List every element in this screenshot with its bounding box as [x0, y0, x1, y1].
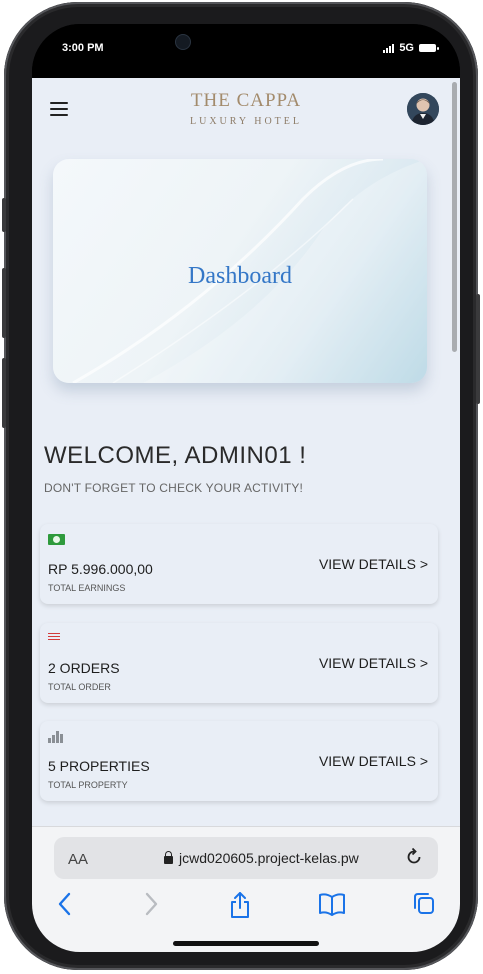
network-label: 5G: [399, 42, 414, 54]
bookmarks-icon[interactable]: [318, 891, 346, 917]
activity-reminder: DON'T FORGET TO CHECK YOUR ACTIVITY!: [44, 481, 304, 495]
status-bar: 3:00 PM 5G: [32, 24, 460, 78]
url-text: jcwd020605.project-kelas.pw: [179, 850, 359, 866]
url-display[interactable]: jcwd020605.project-kelas.pw: [164, 850, 359, 866]
brand-title: THE CAPPA: [190, 90, 302, 111]
properties-label: TOTAL PROPERTY: [48, 780, 128, 790]
view-details-orders-link[interactable]: VIEW DETAILS >: [319, 655, 428, 671]
reload-icon[interactable]: [404, 847, 424, 867]
forward-icon[interactable]: [142, 891, 160, 917]
browser-toolbar: AA jcwd020605.project-kelas.pw: [32, 826, 460, 952]
welcome-heading: WELCOME, ADMIN01 !: [44, 442, 307, 469]
view-details-properties-link[interactable]: VIEW DETAILS >: [319, 753, 428, 769]
view-details-earnings-link[interactable]: VIEW DETAILS >: [319, 556, 428, 572]
lock-icon: [164, 851, 173, 864]
avatar[interactable]: [407, 93, 439, 125]
tabs-icon[interactable]: [412, 891, 436, 917]
text-size-button[interactable]: AA: [68, 851, 88, 868]
building-icon: [48, 731, 63, 743]
status-time: 3:00 PM: [62, 42, 104, 54]
back-icon[interactable]: [56, 891, 74, 917]
browser-nav-row: [32, 891, 460, 925]
brand-subtitle: LUXURY HOTEL: [189, 116, 302, 127]
signal-icon: [383, 43, 395, 53]
earnings-label: TOTAL EARNINGS: [48, 583, 126, 593]
list-icon: [48, 633, 60, 642]
properties-card[interactable]: 5 PROPERTIES TOTAL PROPERTY VIEW DETAILS…: [40, 721, 438, 801]
orders-value: 2 ORDERS: [48, 660, 120, 676]
home-indicator[interactable]: [173, 941, 319, 946]
user-avatar-icon: [407, 93, 439, 125]
orders-label: TOTAL ORDER: [48, 682, 111, 692]
power-button: [476, 294, 480, 404]
address-bar[interactable]: AA jcwd020605.project-kelas.pw: [54, 837, 438, 879]
mute-switch: [2, 198, 6, 232]
phone-frame: 3:00 PM 5G THE CAPPA LUXURY HOTEL Dashbo…: [2, 2, 480, 970]
orders-card[interactable]: 2 ORDERS TOTAL ORDER VIEW DETAILS >: [40, 623, 438, 703]
earnings-value: RP 5.996.000,00: [48, 561, 153, 577]
share-icon[interactable]: [229, 891, 251, 919]
earnings-card[interactable]: RP 5.996.000,00 TOTAL EARNINGS VIEW DETA…: [40, 524, 438, 604]
app-content[interactable]: THE CAPPA LUXURY HOTEL Dashboard WELCOME…: [32, 78, 460, 826]
volume-up-button: [2, 268, 6, 338]
screen: 3:00 PM 5G THE CAPPA LUXURY HOTEL Dashbo…: [32, 24, 460, 952]
dashboard-banner: Dashboard: [53, 159, 427, 383]
money-icon: [48, 534, 65, 545]
front-camera-icon: [175, 34, 191, 50]
status-right: 5G: [383, 42, 439, 54]
page-title: Dashboard: [188, 263, 292, 289]
properties-value: 5 PROPERTIES: [48, 758, 150, 774]
battery-icon: [419, 44, 439, 52]
volume-down-button: [2, 358, 6, 428]
